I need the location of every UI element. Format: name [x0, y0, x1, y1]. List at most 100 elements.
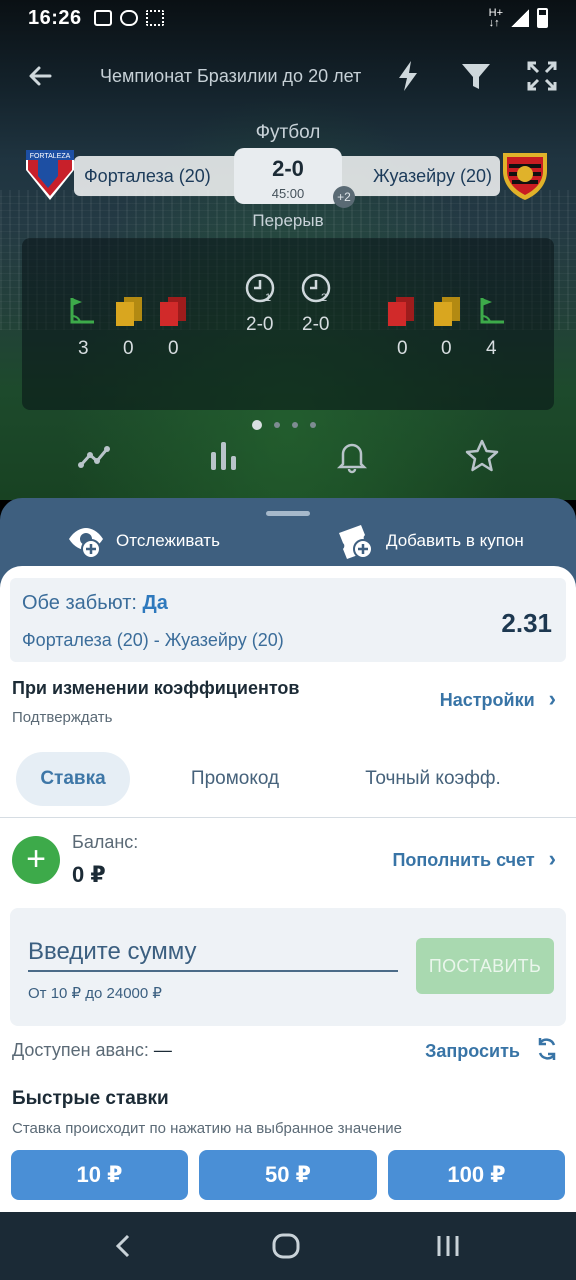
away-corners: 4 [486, 338, 497, 359]
refresh-icon [534, 1036, 560, 1067]
tab-stake[interactable]: Ставка [16, 752, 130, 806]
carousel-dot[interactable] [292, 422, 298, 428]
added-time-badge: +2 [333, 186, 355, 208]
eye-plus-icon [69, 528, 103, 559]
back-icon[interactable] [108, 1230, 140, 1262]
championship-title: Чемпионат Бразилии до 20 лет [100, 66, 362, 86]
advance-value: — [153, 1040, 172, 1060]
match-tabs [0, 438, 576, 478]
star-icon[interactable] [464, 438, 500, 474]
fullscreen-icon[interactable] [524, 58, 560, 94]
home-icon[interactable] [270, 1230, 302, 1262]
svg-text:FORTALEZA: FORTALEZA [30, 153, 71, 160]
yellow-card-icon [114, 296, 142, 326]
drag-handle[interactable] [266, 511, 310, 516]
request-label: Запросить [425, 1041, 520, 1061]
match-period: Перерыв [252, 211, 324, 230]
request-advance-link[interactable]: Запросить [425, 1036, 560, 1067]
add-to-coupon-button[interactable]: Добавить в купон [336, 521, 524, 561]
bell-icon[interactable] [334, 438, 370, 474]
place-bet-button[interactable]: ПОСТАВИТЬ [416, 938, 554, 994]
home-corners: 3 [78, 338, 89, 359]
add-to-coupon-label: Добавить в купон [386, 531, 524, 550]
battery-icon [537, 8, 548, 28]
carousel-dot[interactable] [310, 422, 316, 428]
match-score: 2-0 [272, 156, 304, 181]
data-icon: H+ ↓↑ [488, 7, 503, 29]
back-arrow-icon[interactable] [24, 60, 56, 92]
away-team-name: Жуазейру (20) [373, 166, 492, 186]
stake-range: От 10 ₽ до 24000 ₽ [28, 985, 162, 1002]
sport-label: Футбол [255, 122, 321, 143]
track-button[interactable]: Отслеживать [66, 521, 220, 561]
fast-bets-subtitle: Ставка происходит по нажатию на выбранно… [12, 1120, 402, 1137]
ticket-plus-icon [339, 525, 373, 559]
status-time: 16:26 [28, 6, 82, 29]
first-half-label: 1 [265, 292, 271, 304]
home-red-cards: 0 [168, 338, 179, 359]
second-half-icon: 2 [300, 272, 332, 304]
carousel-dot[interactable] [274, 422, 280, 428]
match-stats-panel [22, 238, 554, 410]
signal-icon [511, 9, 529, 27]
advance-label: Доступен аванс: [12, 1040, 149, 1060]
recents-icon[interactable] [432, 1230, 464, 1262]
settings-label: Настройки [439, 690, 535, 710]
bet-odd: 2.31 [501, 608, 552, 638]
yellow-card-icon [432, 296, 460, 326]
away-team-logo [500, 150, 550, 202]
filter-icon[interactable] [458, 58, 494, 94]
advance-row: Доступен аванс: — [12, 1040, 172, 1061]
home-team-name: Форталеза (20) [84, 166, 211, 186]
system-icons: H+ ↓↑ [488, 7, 548, 29]
second-half-score: 2-0 [302, 314, 330, 335]
stake-amount-card: От 10 ₽ до 24000 ₽ ПОСТАВИТЬ [10, 908, 566, 1026]
chevron-right-icon: › [548, 686, 556, 711]
status-bar: 16:26 H+ ↓↑ [0, 0, 576, 36]
carousel-dot[interactable] [252, 420, 262, 430]
game-icon [119, 10, 138, 26]
red-card-icon [158, 296, 186, 326]
deposit-plus-button[interactable]: + [12, 836, 60, 884]
topup-label: Пополнить счет [392, 850, 535, 870]
topup-link[interactable]: Пополнить счет › [392, 846, 556, 871]
fast-bet-chip[interactable]: 10 ₽ [11, 1150, 188, 1200]
home-team-logo: FORTALEZA [24, 148, 76, 202]
odds-change-title: При изменении коэффициентов [12, 678, 300, 698]
bet-slip: Обе забьют: Да Форталеза (20) - Жуазейру… [0, 566, 576, 1214]
second-half-label: 2 [321, 292, 327, 304]
balance-label: Баланс: [72, 832, 139, 852]
away-yellow-cards: 0 [441, 338, 452, 359]
top-navigation: Чемпионат Бразилии до 20 лет [0, 52, 576, 100]
chevron-right-icon: › [548, 846, 556, 871]
tab-exact-odds[interactable]: Точный коэфф. [344, 752, 522, 806]
track-label: Отслеживать [116, 531, 220, 550]
tab-promocode[interactable]: Промокод [170, 752, 300, 806]
home-yellow-cards: 0 [123, 338, 134, 359]
away-red-cards: 0 [397, 338, 408, 359]
fast-bet-chip[interactable]: 50 ₽ [199, 1150, 377, 1200]
chart-line-icon[interactable] [76, 438, 112, 474]
first-half-icon: 1 [244, 272, 276, 304]
lightning-icon[interactable] [390, 58, 426, 94]
match-time: 45:00 [271, 186, 305, 201]
system-navigation-bar [0, 1212, 576, 1280]
bet-selection-card: Обе забьют: Да Форталеза (20) - Жуазейру… [10, 578, 566, 662]
score-box: 2-0 45:00 [234, 148, 342, 204]
bet-mode-tabs: Ставка Промокод Точный коэфф. [0, 752, 576, 818]
stake-amount-input[interactable] [28, 934, 398, 972]
corner-flag-icon [68, 296, 96, 326]
bet-market: Обе забьют: Да [22, 592, 168, 615]
fast-bet-chip[interactable]: 100 ₽ [388, 1150, 565, 1200]
statistics-icon[interactable] [206, 438, 242, 474]
bet-market-label: Обе забьют: [22, 592, 137, 614]
gallery-icon [93, 10, 112, 26]
notification-icons [93, 10, 164, 26]
settings-link[interactable]: Настройки › [439, 686, 556, 711]
slack-icon [145, 10, 164, 26]
carousel-dots [252, 420, 316, 430]
bet-selection-value: Да [142, 592, 168, 614]
odds-change-value: Подтверждать [12, 709, 113, 726]
fast-bets-title: Быстрые ставки [12, 1088, 169, 1109]
first-half-score: 2-0 [246, 314, 274, 335]
